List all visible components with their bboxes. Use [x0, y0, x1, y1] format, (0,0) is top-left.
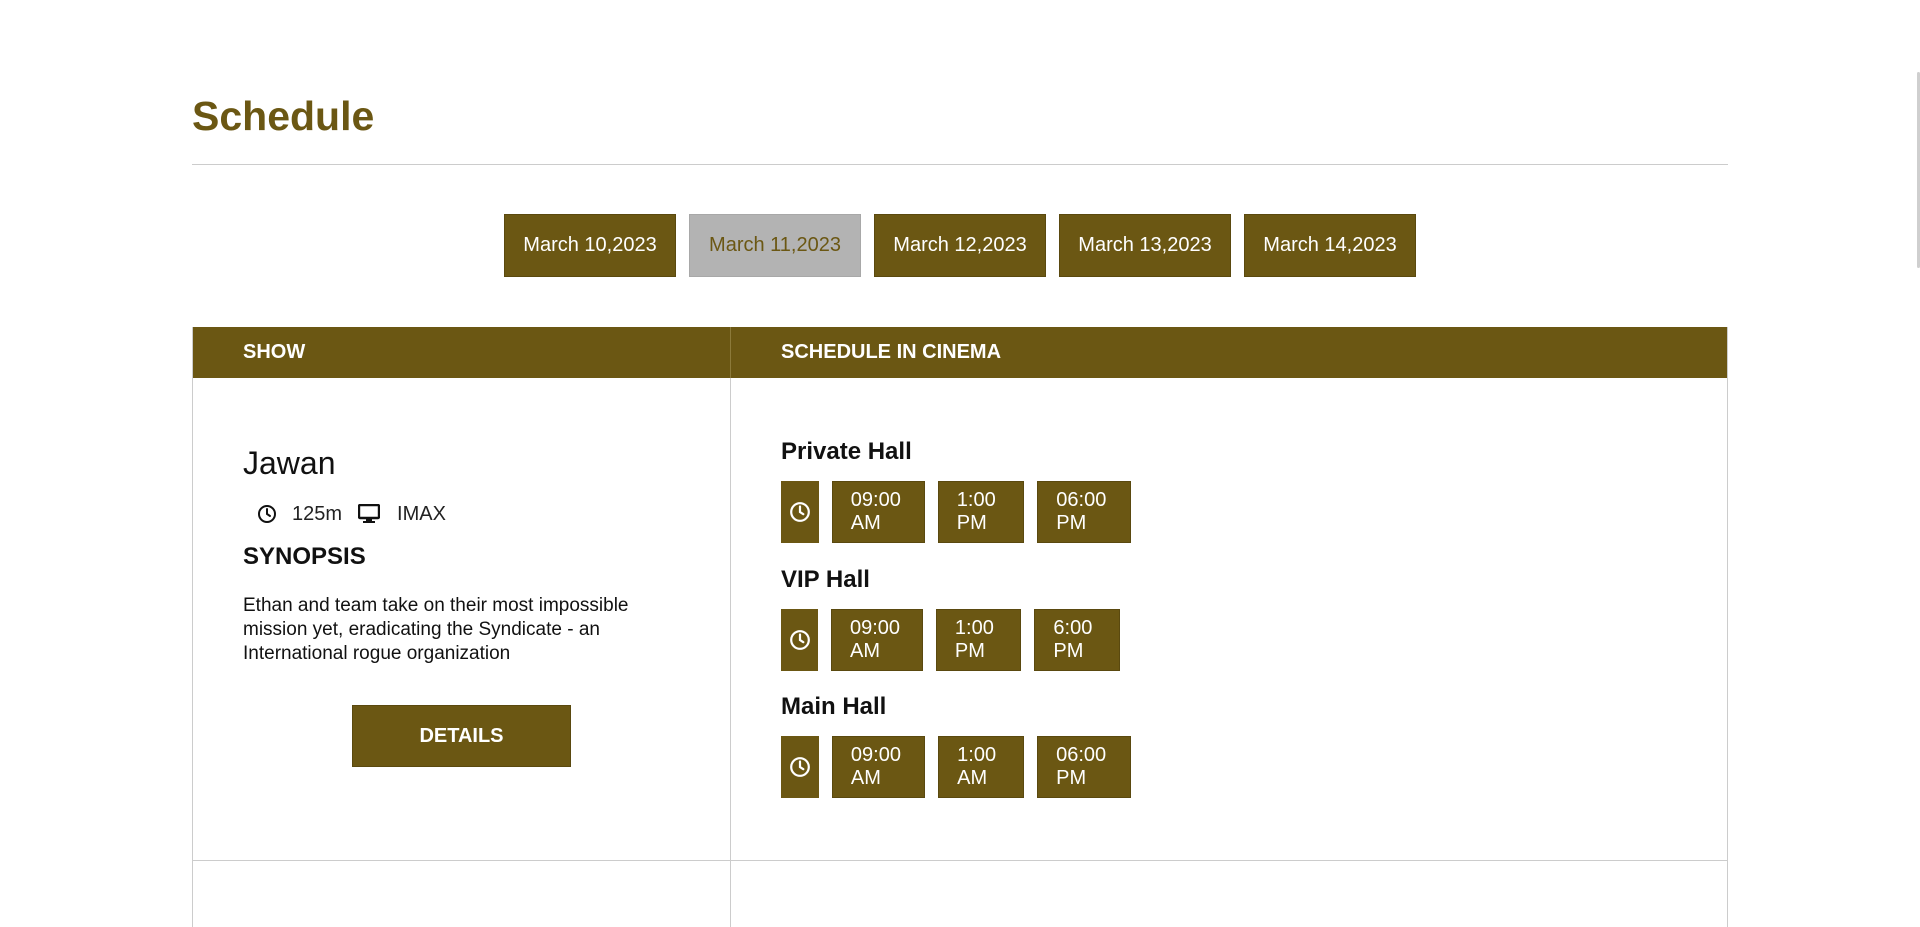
clock-icon [781, 481, 819, 543]
hall-vip: VIP Hall 09:00 AM 1:00 PM 6:00 PM [781, 565, 1120, 671]
date-tabs: March 10,2023 March 11,2023 March 12,202… [192, 214, 1728, 277]
showtime-button[interactable]: 1:00 PM [937, 481, 1025, 543]
showtime-button[interactable]: 09:00 AM [831, 736, 926, 798]
date-tab[interactable]: March 12,2023 [874, 214, 1046, 277]
showtime-row: 09:00 AM 1:00 PM 6:00 PM [781, 609, 1120, 671]
movie-title: Jawan [243, 445, 336, 481]
monitor-icon [357, 502, 381, 526]
column-divider [730, 327, 731, 927]
movie-meta: 125m IMAX [255, 502, 446, 526]
header-column-divider [730, 327, 731, 378]
date-tab-active[interactable]: March 11,2023 [689, 214, 861, 277]
date-tab[interactable]: March 14,2023 [1244, 214, 1416, 277]
date-tab[interactable]: March 13,2023 [1059, 214, 1231, 277]
title-divider [192, 164, 1728, 165]
clock-icon [781, 609, 818, 671]
showtime-button[interactable]: 06:00 PM [1037, 736, 1132, 798]
hall-name: Main Hall [781, 693, 887, 720]
showtime-button[interactable]: 1:00 AM [938, 736, 1025, 798]
showtime-button[interactable]: 09:00 AM [831, 609, 923, 671]
showtime-row: 09:00 AM 1:00 PM 06:00 PM [781, 481, 1132, 543]
hall-main: Main Hall 09:00 AM 1:00 AM 06:00 PM [781, 692, 1132, 798]
synopsis-heading: SYNOPSIS [243, 543, 366, 570]
showtime-button[interactable]: 06:00 PM [1037, 481, 1132, 543]
table-header: SHOW SCHEDULE IN CINEMA [193, 327, 1727, 378]
date-tab[interactable]: March 10,2023 [504, 214, 676, 277]
showtime-button[interactable]: 6:00 PM [1034, 609, 1120, 671]
hall-name: Private Hall [781, 438, 912, 465]
header-schedule: SCHEDULE IN CINEMA [781, 341, 1002, 363]
hall-name: VIP Hall [781, 566, 870, 593]
movie-format: IMAX [397, 502, 446, 525]
header-show: SHOW [243, 341, 306, 363]
schedule-table: SHOW SCHEDULE IN CINEMA Jawan 125m IMAX … [192, 327, 1728, 927]
clock-icon [781, 736, 819, 798]
clock-icon [255, 502, 279, 526]
movie-duration: 125m [292, 502, 343, 525]
row-divider [193, 860, 1727, 861]
showtime-button[interactable]: 1:00 PM [935, 609, 1022, 671]
synopsis-text: Ethan and team take on their most imposs… [243, 595, 629, 664]
showtime-row: 09:00 AM 1:00 AM 06:00 PM [781, 736, 1132, 798]
page-title: Schedule [192, 93, 375, 139]
hall-private: Private Hall 09:00 AM 1:00 PM 06:00 PM [781, 437, 1132, 543]
showtime-button[interactable]: 09:00 AM [831, 481, 925, 543]
details-button[interactable]: DETAILS [352, 705, 571, 767]
